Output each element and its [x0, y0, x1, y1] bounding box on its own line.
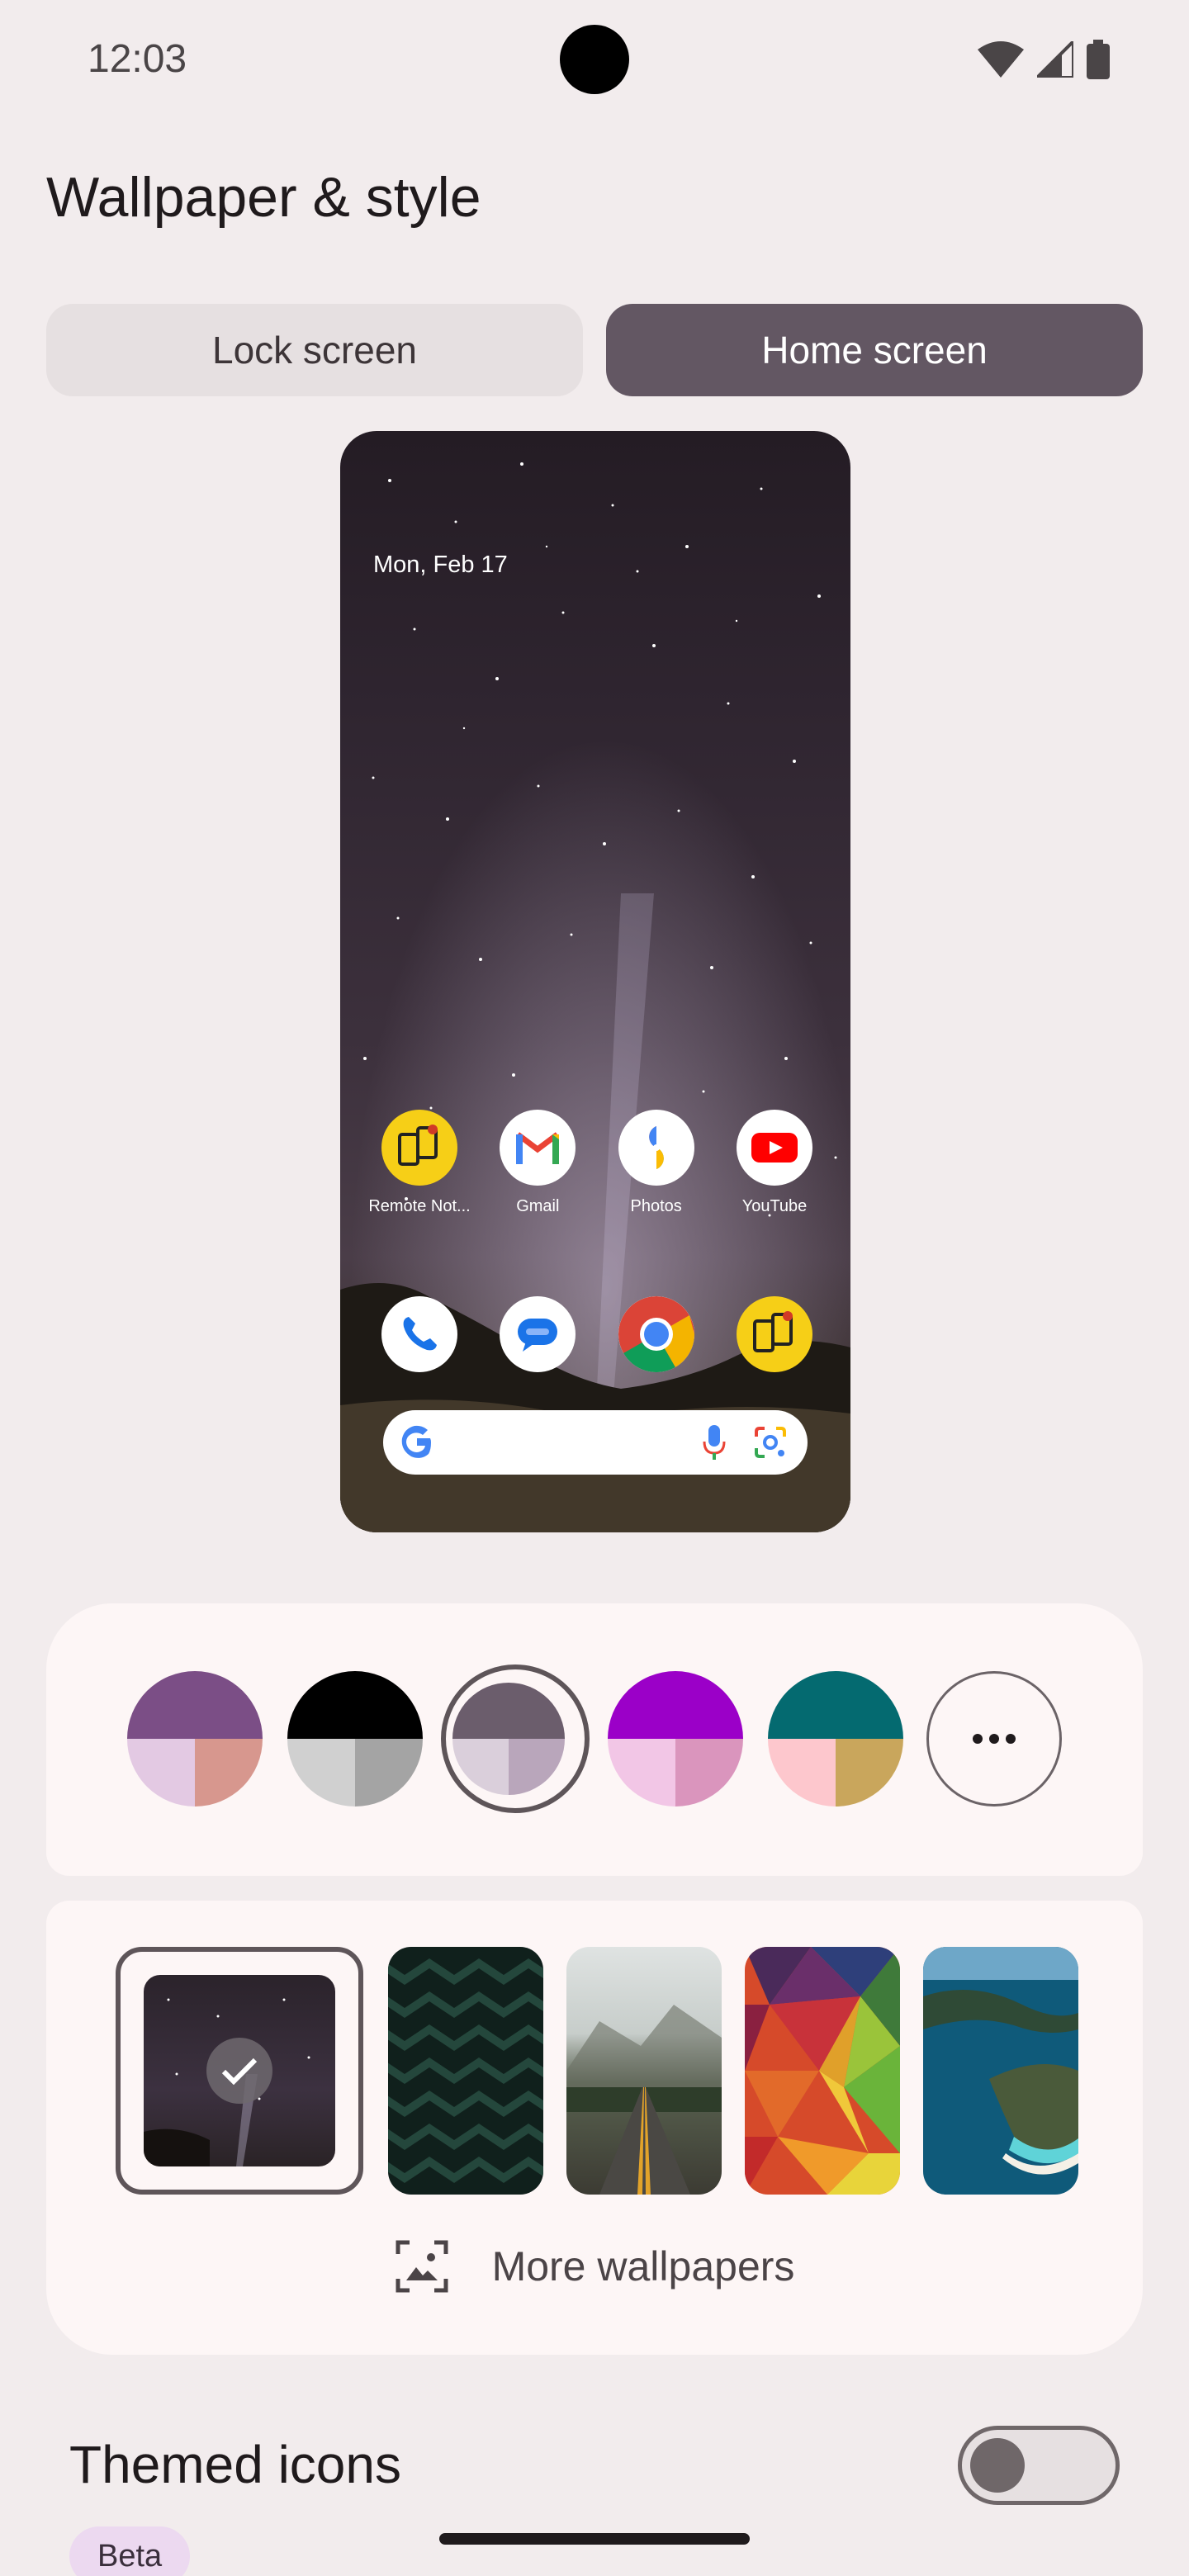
wallpaper-thumb-selected[interactable]	[116, 1947, 363, 2195]
signal-icon	[1037, 41, 1073, 78]
color-option-1[interactable]	[127, 1671, 263, 1807]
messages-icon	[500, 1296, 576, 1372]
app-chrome[interactable]	[607, 1296, 706, 1372]
more-dot-icon	[973, 1734, 983, 1744]
swatch-bottom-right	[675, 1739, 743, 1807]
wallpaper-thumb-polygons[interactable]	[745, 1947, 900, 2195]
wallpaper-thumb-coast[interactable]	[923, 1947, 1078, 2195]
app-label: YouTube	[741, 1197, 808, 1215]
app-label: Gmail	[516, 1197, 560, 1215]
swatch-bottom-left	[287, 1739, 355, 1807]
wallpaper-thumb-road[interactable]	[566, 1947, 722, 2195]
preview-date: Mon, Feb 17	[373, 552, 508, 578]
swatch-bottom-right	[836, 1739, 903, 1807]
app-phone[interactable]	[370, 1296, 469, 1372]
status-time: 12:03	[88, 37, 187, 81]
swatch-bottom-left	[127, 1739, 195, 1807]
color-option-4[interactable]	[608, 1671, 743, 1807]
app-messages[interactable]	[488, 1296, 587, 1372]
status-bar: 12:03	[0, 0, 1189, 116]
camera-cutout	[560, 25, 629, 94]
swatch-top	[127, 1671, 263, 1739]
google-icon	[401, 1425, 431, 1458]
wallpaper-thumb-chevron[interactable]	[388, 1947, 543, 2195]
app-youtube[interactable]: YouTube	[725, 1110, 824, 1216]
swatch-top	[768, 1671, 903, 1739]
color-option-3-selected[interactable]	[452, 1683, 565, 1795]
swatch-bottom-right	[509, 1739, 565, 1795]
youtube-icon	[736, 1110, 812, 1186]
chrome-icon	[618, 1296, 694, 1372]
swatch-top	[608, 1671, 743, 1739]
app-remote-notify-2[interactable]	[725, 1296, 824, 1372]
app-remote-notify[interactable]: Remote Not...	[368, 1110, 471, 1216]
wallpaper-picker-card: More wallpapers	[46, 1901, 1143, 2355]
tab-lock-screen[interactable]: Lock screen	[46, 304, 583, 396]
app-gmail[interactable]: Gmail	[488, 1110, 587, 1216]
page-title: Wallpaper & style	[46, 166, 481, 229]
swatch-bottom-left	[768, 1739, 836, 1807]
app-label: Remote Not...	[368, 1197, 471, 1215]
home-screen-preview[interactable]: Mon, Feb 17 Remote Not... Gmail Photos Y…	[340, 431, 850, 1532]
color-option-2[interactable]	[287, 1671, 423, 1807]
status-icons	[978, 40, 1110, 79]
more-dot-icon	[1006, 1734, 1016, 1744]
check-icon	[206, 2038, 272, 2104]
more-wallpapers-label: More wallpapers	[491, 2243, 795, 2290]
swatch-bottom-left	[452, 1739, 509, 1795]
preview-search-bar[interactable]	[383, 1410, 808, 1475]
color-option-5[interactable]	[768, 1671, 903, 1807]
app-row-1: Remote Not... Gmail Photos YouTube	[368, 1110, 824, 1216]
phone-icon	[381, 1296, 457, 1372]
remote-notify-icon	[381, 1110, 457, 1186]
color-palette-card	[46, 1603, 1143, 1876]
toggle-knob	[970, 2438, 1025, 2493]
app-photos[interactable]: Photos	[607, 1110, 706, 1216]
swatch-top	[287, 1671, 423, 1739]
more-colors-button[interactable]	[926, 1671, 1062, 1807]
home-indicator[interactable]	[439, 2533, 750, 2545]
app-row-2	[370, 1296, 824, 1372]
app-label: Photos	[630, 1197, 682, 1215]
beta-badge: Beta	[69, 2526, 191, 2576]
wifi-icon	[978, 41, 1024, 78]
remote-notify-icon	[736, 1296, 812, 1372]
battery-icon	[1087, 40, 1110, 79]
swatch-top	[452, 1683, 565, 1739]
themed-icons-toggle[interactable]	[958, 2426, 1120, 2505]
themed-icons-label: Themed icons	[69, 2435, 401, 2494]
swatch-bottom-right	[355, 1739, 423, 1807]
gallery-icon	[396, 2240, 448, 2293]
swatch-bottom-right	[195, 1739, 263, 1807]
gmail-icon	[500, 1110, 576, 1186]
more-dot-icon	[989, 1734, 999, 1744]
starry-wallpaper-thumb	[144, 1975, 335, 2166]
more-wallpapers-button[interactable]: More wallpapers	[46, 2239, 1143, 2294]
lens-icon[interactable]	[753, 1425, 788, 1460]
photos-icon	[618, 1110, 694, 1186]
tab-home-screen[interactable]: Home screen	[606, 304, 1143, 396]
swatch-bottom-left	[608, 1739, 675, 1807]
mic-icon[interactable]	[702, 1423, 727, 1461]
